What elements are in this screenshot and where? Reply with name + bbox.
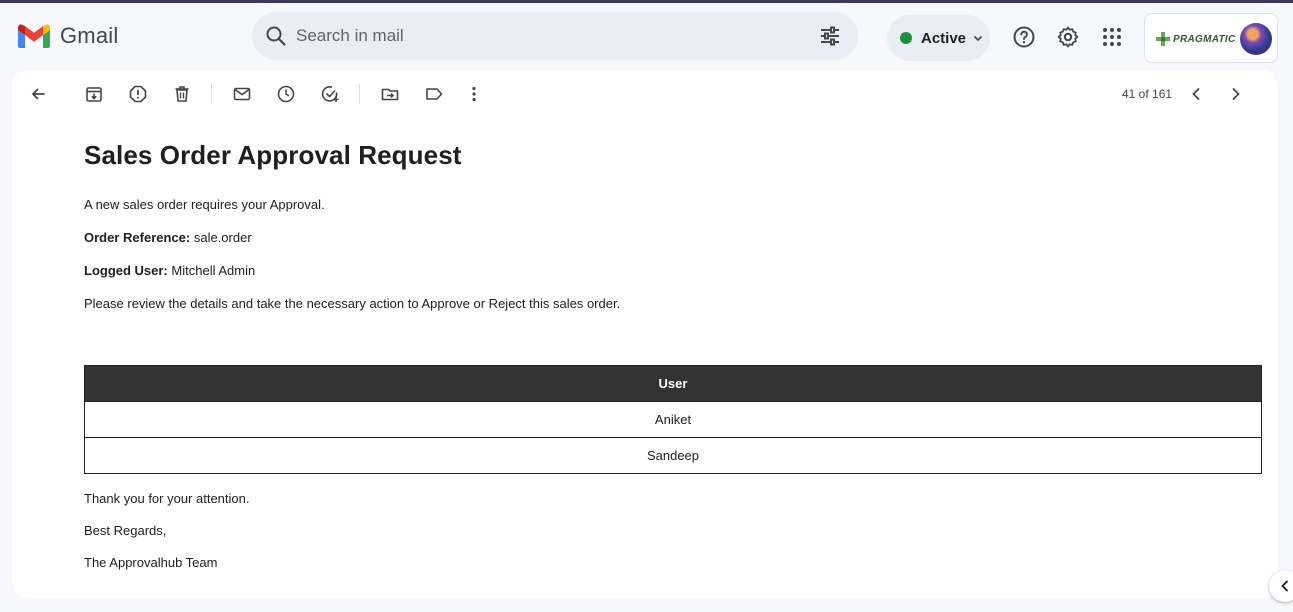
logged-user-value: Mitchell Admin xyxy=(171,263,256,278)
archive-icon xyxy=(86,87,102,102)
move-to-button[interactable] xyxy=(380,84,400,104)
older-button[interactable] xyxy=(1226,84,1246,104)
chevron-down-icon xyxy=(973,35,983,42)
message-pane: 41 of 161 Sales Order Approval Request A… xyxy=(12,70,1278,598)
organization-logo: PRAGMATIC xyxy=(1155,31,1236,47)
status-label: Active xyxy=(921,29,967,47)
side-panel-toggle[interactable] xyxy=(1269,570,1293,602)
thanks-line: Thank you for your attention. xyxy=(84,491,250,506)
pragmatic-logo-icon xyxy=(1156,32,1170,46)
account-switcher[interactable]: PRAGMATIC xyxy=(1144,13,1278,63)
top-bar: Gmail Active xyxy=(0,3,1293,69)
order-reference-label: Order Reference: xyxy=(84,230,191,245)
older-chevron-icon xyxy=(1232,88,1240,100)
delete-icon xyxy=(175,86,189,102)
approvers-table: User Aniket Sandeep xyxy=(84,365,1262,474)
label-icon xyxy=(426,88,443,100)
snooze-icon xyxy=(277,85,295,103)
mark-unread-icon xyxy=(233,87,251,101)
apps-grid-icon[interactable] xyxy=(1100,25,1124,49)
email-footer: Thank you for your attention. Best Regar… xyxy=(84,491,249,587)
regards-line: Best Regards, xyxy=(84,523,167,538)
back-button[interactable] xyxy=(28,84,48,104)
delete-button[interactable] xyxy=(172,84,192,104)
labels-button[interactable] xyxy=(424,84,444,104)
signature-line: The Approvalhub Team xyxy=(84,555,218,570)
table-cell-user: Aniket xyxy=(84,401,1262,438)
order-reference-value: sale.order xyxy=(193,230,252,245)
archive-button[interactable] xyxy=(84,84,104,104)
report-spam-button[interactable] xyxy=(128,84,148,104)
logged-user-label: Logged User: xyxy=(84,263,168,278)
email-body: Sales Order Approval Request A new sales… xyxy=(84,140,1264,570)
email-title: Sales Order Approval Request xyxy=(84,140,462,170)
gmail-m-icon xyxy=(18,24,50,48)
email-intro: A new sales order requires your Approval… xyxy=(84,197,325,212)
table-header-row: User xyxy=(84,365,1262,402)
more-options-icon xyxy=(472,86,476,102)
add-to-tasks-button[interactable] xyxy=(320,84,340,104)
review-instruction: Please review the details and take the n… xyxy=(84,296,621,311)
help-icon[interactable] xyxy=(1012,25,1036,49)
back-arrow-icon xyxy=(31,88,45,100)
newer-button[interactable] xyxy=(1186,84,1206,104)
chevron-left-icon xyxy=(1281,580,1288,592)
logged-user: Logged User: Mitchell Admin xyxy=(84,263,1264,278)
mark-unread-button[interactable] xyxy=(232,84,252,104)
toolbar-divider xyxy=(359,84,360,104)
table-row: Sandeep xyxy=(84,437,1262,474)
settings-gear-icon[interactable] xyxy=(1056,25,1080,49)
more-options-button[interactable] xyxy=(464,84,484,104)
organization-name: PRAGMATIC xyxy=(1173,33,1236,45)
table-header-user: User xyxy=(84,365,1262,402)
add-to-tasks-icon xyxy=(321,86,339,102)
order-reference: Order Reference: sale.order xyxy=(84,230,1264,245)
search-icon[interactable] xyxy=(264,24,288,48)
report-spam-icon xyxy=(129,85,147,103)
search-bar[interactable] xyxy=(252,12,858,60)
search-options-icon[interactable] xyxy=(818,24,842,48)
gmail-wordmark: Gmail xyxy=(60,23,119,48)
pagination-count: 41 of 161 xyxy=(1122,87,1173,101)
table-cell-user: Sandeep xyxy=(84,437,1262,474)
snooze-button[interactable] xyxy=(276,84,296,104)
newer-chevron-icon xyxy=(1192,88,1200,100)
search-input[interactable] xyxy=(296,22,776,50)
active-status-dot xyxy=(900,32,912,44)
status-selector[interactable]: Active xyxy=(887,15,990,61)
avatar[interactable] xyxy=(1240,23,1272,55)
table-row: Aniket xyxy=(84,401,1262,438)
toolbar-divider xyxy=(211,84,212,104)
gmail-logo[interactable]: Gmail xyxy=(18,23,118,49)
move-to-icon xyxy=(381,88,399,101)
